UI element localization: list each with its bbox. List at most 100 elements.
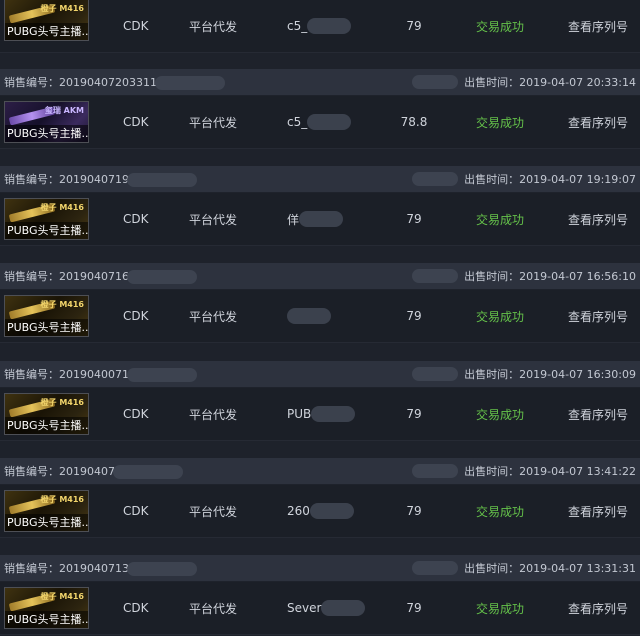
order-header: 销售编号：20190407 出售时间： 2019-04-07 13:41:22 (0, 458, 640, 484)
order-header: 销售编号：2019040719 出售时间： 2019-04-07 19:19:07 (0, 166, 640, 192)
redaction-mask (113, 465, 183, 479)
sold-time: 出售时间： 2019-04-07 19:19:07 (412, 171, 636, 187)
sold-time-label: 出售时间： (464, 270, 520, 283)
redaction-mask (311, 406, 356, 422)
item-thumbnail[interactable]: 橙子 M416 PUBG头号主播... (4, 295, 89, 337)
redaction-mask (412, 561, 459, 575)
sale-number-value: 2019040071 (59, 368, 129, 381)
sold-time: 出售时间： 2019-04-07 16:30:09 (412, 366, 636, 382)
item-type: CDK (123, 309, 149, 323)
redaction-mask (127, 562, 197, 576)
sold-time-label: 出售时间： (464, 562, 520, 575)
item-thumbnail[interactable]: 橙子 M416 PUBG头号主播... (4, 490, 89, 532)
order-header: 销售编号：2019040071 出售时间： 2019-04-07 16:30:09 (0, 361, 640, 387)
sale-number-label: 销售编号： (4, 465, 59, 478)
view-serial-link[interactable]: 查看序列号 (568, 485, 628, 537)
view-serial-link[interactable]: 查看序列号 (568, 290, 628, 342)
view-serial-link[interactable]: 查看序列号 (568, 582, 628, 634)
buyer-account: Sever (287, 582, 366, 634)
item-type: CDK (123, 407, 149, 421)
order-row: 玺瑞 AKM PUBG头号主播... CDK 平台代发 c5_ 78.8 交易成功 查看序列号 (0, 96, 640, 149)
trade-status: 交易成功 (476, 601, 525, 616)
redaction-mask (412, 75, 459, 89)
item-price: 79 (406, 407, 422, 421)
sale-number: 销售编号：2019040713 (4, 560, 197, 576)
view-serial-link[interactable]: 查看序列号 (568, 388, 628, 440)
redaction-mask (127, 270, 197, 284)
item-skin-title: 橙子 M416 (40, 4, 84, 13)
item-type: CDK (123, 19, 149, 33)
redaction-mask (412, 367, 459, 381)
order-row: 橙子 M416 PUBG头号主播... CDK 平台代发 79 交易成功 查看序列号 (0, 290, 640, 343)
item-thumbnail[interactable]: 玺瑞 AKM PUBG头号主播... (4, 101, 89, 143)
order-row: 橙子 M416 PUBG头号主播... CDK 平台代发 260 79 交易成功 查看序列号 (0, 485, 640, 538)
sold-time-label: 出售时间： (464, 173, 520, 186)
trade-status: 交易成功 (476, 212, 525, 227)
sale-number-label: 销售编号： (4, 173, 59, 186)
redaction-mask (309, 503, 354, 519)
delivery-method: 平台代发 (189, 212, 238, 227)
redaction-mask (154, 76, 225, 90)
item-skin-title: 橙子 M416 (40, 398, 84, 407)
order-row: 橙子 M416 PUBG头号主播... CDK 平台代发 佯 79 交易成功 查看序列号 (0, 193, 640, 246)
buyer-account: PUB (287, 388, 356, 440)
redaction-mask (299, 211, 344, 227)
buyer-account (287, 290, 331, 342)
item-type: CDK (123, 504, 149, 518)
buyer-account-value: Sever (287, 601, 322, 615)
view-serial-link[interactable]: 查看序列号 (568, 0, 628, 52)
sale-number: 销售编号：2019040716 (4, 268, 197, 284)
buyer-account-value: 260 (287, 504, 310, 518)
item-skin-title: 橙子 M416 (40, 300, 84, 309)
buyer-account: c5_ (287, 96, 352, 148)
item-skin-title: 橙子 M416 (40, 592, 84, 601)
order-row: 橙子 M416 PUBG头号主播... CDK 平台代发 PUB 79 交易成功 查看序列号 (0, 388, 640, 441)
sale-number-value: 2019040716 (59, 270, 129, 283)
sale-number-label: 销售编号： (4, 270, 59, 283)
item-name: PUBG头号主播... (5, 611, 89, 628)
sale-number-label: 销售编号： (4, 562, 59, 575)
item-name: PUBG头号主播... (5, 417, 89, 434)
item-thumbnail[interactable]: 橙子 M416 PUBG头号主播... (4, 0, 89, 41)
redaction-mask (321, 600, 366, 616)
sold-time-value: 2019-04-07 13:31:31 (519, 561, 636, 575)
item-name: PUBG头号主播... (5, 514, 89, 531)
sold-time: 出售时间： 2019-04-07 20:33:14 (412, 74, 636, 90)
buyer-account-value: c5_ (287, 115, 308, 129)
sale-number: 销售编号：20190407 (4, 463, 183, 479)
redaction-mask (127, 173, 197, 187)
item-name: PUBG头号主播... (5, 222, 89, 239)
item-type: CDK (123, 212, 149, 226)
buyer-account: 260 (287, 485, 354, 537)
sales-record-list: 橙子 M416 PUBG头号主播... CDK 平台代发 c5_ 79 交易成功 查看序列号销… (0, 0, 640, 636)
item-price: 79 (406, 504, 422, 518)
item-thumbnail[interactable]: 橙子 M416 PUBG头号主播... (4, 587, 89, 629)
delivery-method: 平台代发 (189, 504, 238, 519)
delivery-method: 平台代发 (189, 19, 238, 34)
sold-time-label: 出售时间： (464, 465, 520, 478)
item-price: 79 (406, 601, 422, 615)
order-header: 销售编号：2019040716 出售时间： 2019-04-07 16:56:10 (0, 263, 640, 289)
order-row: 橙子 M416 PUBG头号主播... CDK 平台代发 Sever 79 交易成功 查看序列… (0, 582, 640, 635)
buyer-account-value: c5_ (287, 19, 308, 33)
item-thumbnail[interactable]: 橙子 M416 PUBG头号主播... (4, 393, 89, 435)
sold-time-value: 2019-04-07 13:41:22 (519, 464, 636, 478)
sold-time-value: 2019-04-07 20:33:14 (519, 75, 636, 89)
item-thumbnail[interactable]: 橙子 M416 PUBG头号主播... (4, 198, 89, 240)
sale-number: 销售编号：2019040719 (4, 171, 197, 187)
redaction-mask (307, 114, 352, 130)
item-skin-title: 橙子 M416 (40, 203, 84, 212)
view-serial-link[interactable]: 查看序列号 (568, 193, 628, 245)
order-header: 销售编号：2019040713 出售时间： 2019-04-07 13:31:31 (0, 555, 640, 581)
sale-number-value: 20190407 (59, 465, 115, 478)
sale-number: 销售编号：2019040071 (4, 366, 197, 382)
delivery-method: 平台代发 (189, 601, 238, 616)
item-price: 79 (406, 309, 422, 323)
item-skin-title: 玺瑞 AKM (44, 106, 84, 115)
buyer-account-value: PUB (287, 407, 312, 421)
sold-time-value: 2019-04-07 16:56:10 (519, 269, 636, 283)
redaction-mask (287, 308, 331, 324)
view-serial-link[interactable]: 查看序列号 (568, 96, 628, 148)
item-price: 79 (406, 212, 422, 226)
sale-number: 销售编号：20190407203311 (4, 74, 225, 90)
